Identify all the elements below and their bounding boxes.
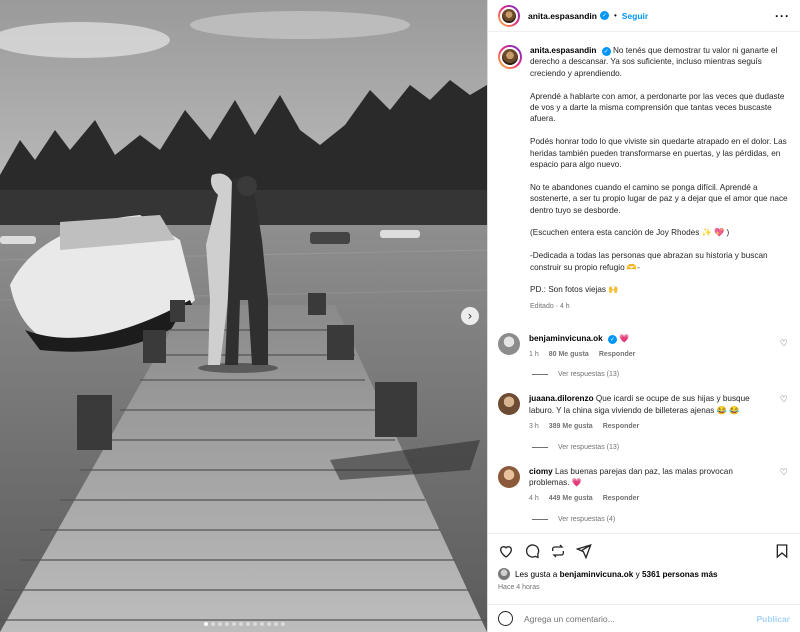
carousel-dot[interactable] [204, 622, 208, 626]
author-username[interactable]: anita.espasandin [528, 11, 597, 21]
carousel-dot[interactable] [218, 622, 222, 626]
carousel-dot[interactable] [253, 622, 257, 626]
comment-likes[interactable]: 80 Me gusta [549, 349, 589, 360]
photo-image [0, 0, 487, 632]
verified-badge-icon: ✓ [608, 334, 617, 344]
repost-icon[interactable] [550, 543, 566, 559]
commenter-avatar[interactable] [498, 332, 520, 355]
comment-item: ciomy Las buenas parejas dan paz, las ma… [488, 465, 800, 505]
comment-item: benjaminvicuna.ok ✓ 💗 1 h 80 Me gusta Re… [488, 332, 800, 361]
caption-paragraph: No te abandones cuando el camino se pong… [530, 182, 788, 215]
caption-avatar[interactable] [498, 45, 522, 69]
comment-text: 💗 [617, 333, 630, 343]
reply-button[interactable]: Responder [599, 349, 636, 360]
comment-likes[interactable]: 389 Me gusta [549, 421, 593, 432]
verified-badge-icon: ✓ [599, 11, 609, 20]
action-bar [488, 534, 800, 568]
likes-prefix: Les gusta a [515, 569, 558, 579]
emoji-icon[interactable] [498, 611, 513, 626]
view-replies-button[interactable]: Ver respuestas (13) [532, 371, 800, 378]
view-replies-label: Ver respuestas (13) [558, 371, 620, 379]
comment-icon[interactable] [524, 543, 540, 559]
caption-paragraph: PD.: Son fotos viejas 🙌 [530, 285, 619, 295]
add-comment-bar: Publicar [488, 604, 800, 632]
likes-count[interactable]: 5361 personas más [642, 570, 718, 579]
post-header: anita.espasandin ✓ • Seguir ··· [488, 0, 800, 32]
view-replies-label: Ver respuestas (4) [558, 515, 616, 523]
likes-summary: Les gusta a benjaminvicuna.ok y 5361 per… [488, 568, 800, 580]
comments-scroll-area[interactable]: anita.espasandin ✓ No tenés que demostra… [488, 33, 800, 533]
carousel-dot[interactable] [246, 622, 250, 626]
commenter-username[interactable]: ciomy [529, 467, 553, 476]
comment-time: 4 h [529, 495, 539, 503]
reply-button[interactable]: Responder [603, 493, 640, 504]
comment-item: juaana.dilorenzo Que icardi se ocupe de … [488, 393, 800, 432]
view-replies-label: Ver respuestas (13) [558, 443, 620, 451]
commenter-avatar[interactable] [498, 465, 520, 488]
commenter-username[interactable]: benjaminvicuna.ok [529, 334, 603, 343]
carousel-next-button[interactable]: › [461, 307, 479, 325]
comment-input[interactable] [524, 613, 757, 624]
post-photo[interactable]: › [0, 0, 487, 632]
post-time[interactable]: Hace 4 horas [488, 580, 800, 591]
comment-like-heart-icon[interactable]: ♡ [780, 468, 788, 478]
bookmark-icon[interactable] [774, 543, 790, 559]
carousel-dot[interactable] [211, 622, 215, 626]
likes-middle: y [635, 569, 640, 579]
carousel-dot[interactable] [281, 622, 285, 626]
publish-button[interactable]: Publicar [756, 614, 790, 624]
liker-avatar[interactable] [498, 568, 510, 580]
carousel-dot[interactable] [225, 622, 229, 626]
heart-icon[interactable] [498, 543, 514, 559]
caption-paragraph: (Escuchen entera esta canción de Joy Rho… [530, 228, 730, 238]
comment-likes[interactable]: 449 Me gusta [549, 493, 593, 504]
post-caption: anita.espasandin ✓ No tenés que demostra… [488, 33, 800, 313]
more-options-icon[interactable]: ··· [775, 9, 790, 23]
caption-paragraph: -Dedicada a todas las personas que abraz… [530, 251, 768, 272]
carousel-dot[interactable] [260, 622, 264, 626]
comment-text: Las buenas parejas dan paz, las malas pr… [529, 466, 733, 488]
caption-edited-time: Editado · 4 h [530, 303, 570, 311]
comment-like-heart-icon[interactable]: ♡ [780, 339, 788, 349]
carousel-dot[interactable] [267, 622, 271, 626]
commenter-avatar[interactable] [498, 393, 520, 416]
post-side-panel: anita.espasandin ✓ • Seguir ··· anita.es… [487, 0, 800, 632]
caption-text: anita.espasandin ✓ No tenés que demostra… [530, 45, 790, 313]
view-replies-button[interactable]: Ver respuestas (4) [532, 516, 800, 523]
carousel-dot[interactable] [274, 622, 278, 626]
comment-time: 3 h [529, 423, 539, 431]
view-replies-button[interactable]: Ver respuestas (13) [532, 444, 800, 451]
author-avatar[interactable] [498, 4, 520, 27]
verified-badge-icon: ✓ [601, 47, 611, 57]
caption-paragraph: Podés honrar todo lo que viviste sin que… [530, 137, 787, 170]
commenter-username[interactable]: juaana.dilorenzo [529, 394, 594, 403]
follow-button[interactable]: Seguir [622, 11, 648, 21]
liker-username[interactable]: benjaminvicuna.ok [560, 570, 634, 579]
carousel-dot[interactable] [232, 622, 236, 626]
separator-dot: • [613, 11, 617, 20]
comment-like-heart-icon[interactable]: ♡ [780, 395, 788, 405]
reply-button[interactable]: Responder [603, 421, 640, 432]
comment-time: 1 h [529, 351, 539, 359]
post-actions-section: Les gusta a benjaminvicuna.ok y 5361 per… [488, 533, 800, 591]
carousel-dots [204, 622, 285, 626]
send-icon[interactable] [576, 543, 592, 559]
caption-paragraph: Aprendé a hablarte con amor, a perdonart… [530, 91, 785, 124]
caption-username[interactable]: anita.espasandin [530, 46, 596, 55]
carousel-dot[interactable] [239, 622, 243, 626]
